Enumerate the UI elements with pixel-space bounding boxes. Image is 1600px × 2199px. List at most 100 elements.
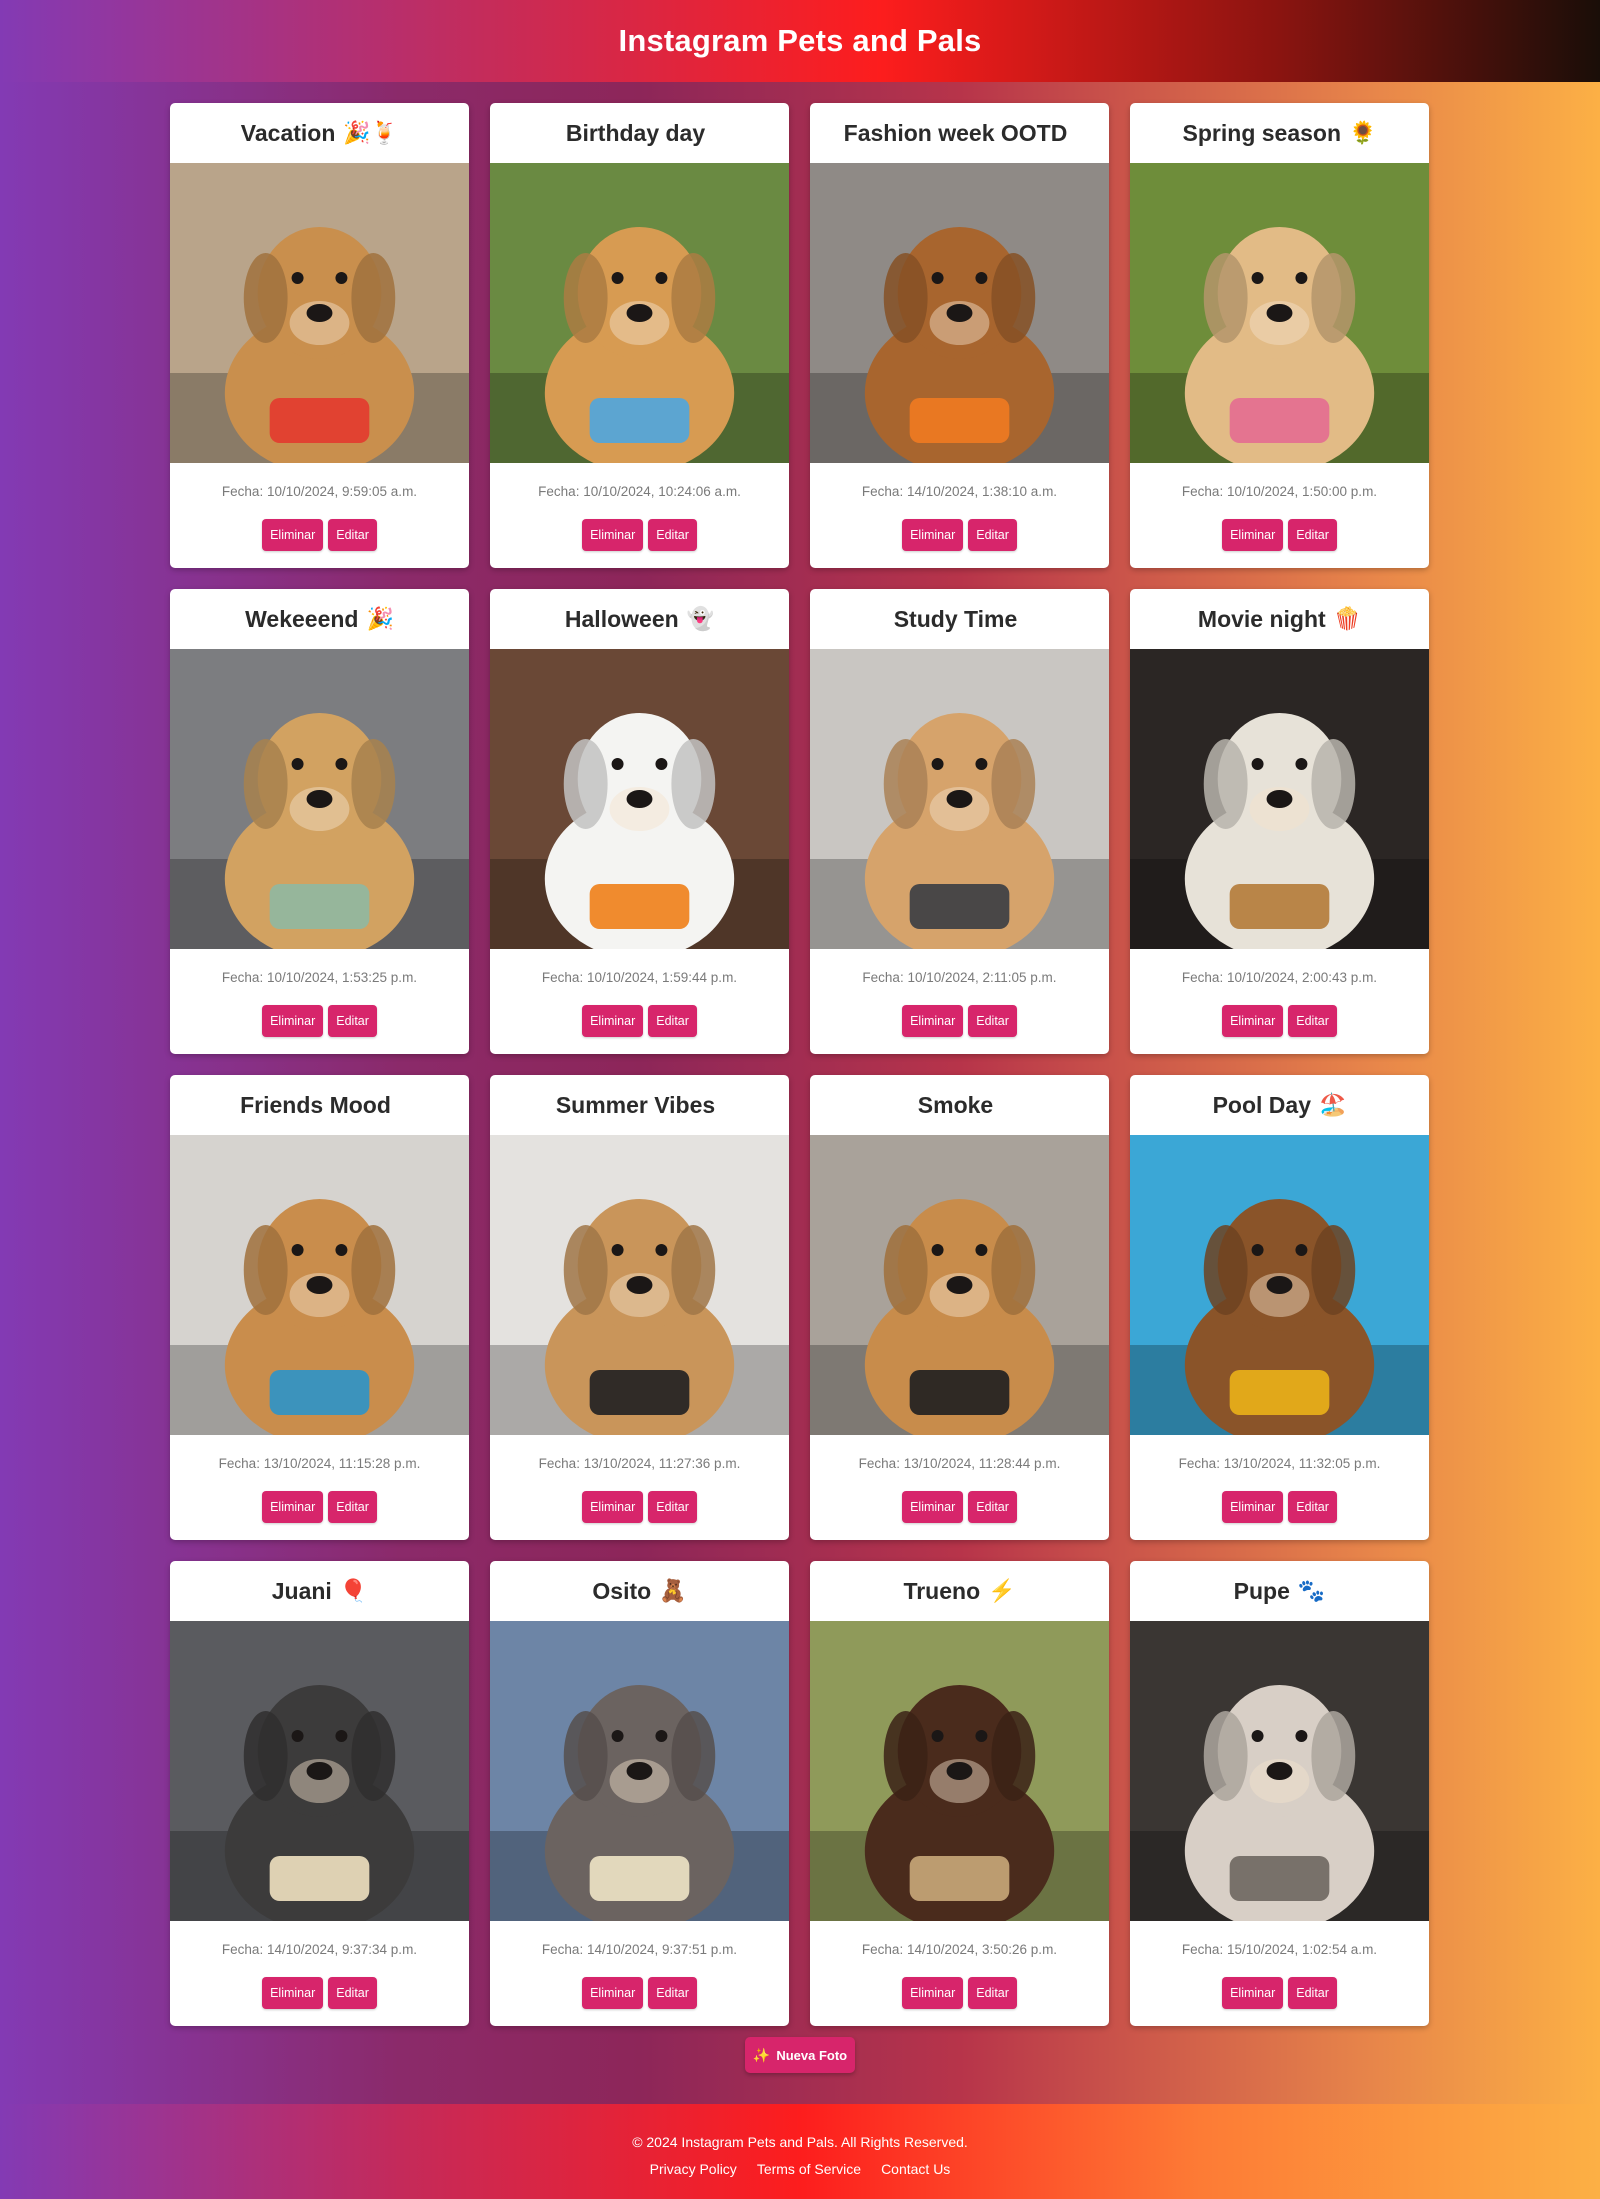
edit-button[interactable]: Editar: [328, 1977, 377, 2009]
post-actions: Eliminar Editar: [490, 1491, 789, 1523]
terms-of-service-link[interactable]: Terms of Service: [757, 2161, 861, 2177]
post-title-row: Pupe 🐾: [1130, 1561, 1429, 1621]
edit-button[interactable]: Editar: [648, 519, 697, 551]
post-actions: Eliminar Editar: [170, 519, 469, 551]
delete-button[interactable]: Eliminar: [582, 519, 644, 551]
edit-button[interactable]: Editar: [328, 519, 377, 551]
edit-button[interactable]: Editar: [968, 1005, 1017, 1037]
edit-button[interactable]: Editar: [648, 1977, 697, 2009]
dog-photo-image: [1130, 649, 1429, 949]
pet-photo[interactable]: [810, 1621, 1109, 1921]
pet-photo[interactable]: [170, 1135, 469, 1435]
delete-button[interactable]: Eliminar: [1222, 519, 1284, 551]
delete-button[interactable]: Eliminar: [262, 1005, 324, 1037]
edit-button[interactable]: Editar: [648, 1491, 697, 1523]
dog-photo-image: [170, 1621, 469, 1921]
delete-button[interactable]: Eliminar: [582, 1005, 644, 1037]
post-card: Birthday day Fecha: 10/10/2024, 10:24:06…: [490, 103, 789, 568]
post-actions: Eliminar Editar: [1130, 1977, 1429, 2009]
delete-button[interactable]: Eliminar: [582, 1977, 644, 2009]
post-emoji-icon: 🍿: [1333, 606, 1362, 631]
edit-button[interactable]: Editar: [1288, 519, 1337, 551]
footer-links: Privacy Policy Terms of Service Contact …: [0, 2161, 1600, 2177]
post-title-row: Smoke: [810, 1075, 1109, 1135]
edit-button[interactable]: Editar: [1288, 1977, 1337, 2009]
delete-button[interactable]: Eliminar: [1222, 1005, 1284, 1037]
post-actions: Eliminar Editar: [810, 1491, 1109, 1523]
pet-photo[interactable]: [1130, 1135, 1429, 1435]
post-actions: Eliminar Editar: [810, 1005, 1109, 1037]
post-date: Fecha: 10/10/2024, 2:11:05 p.m.: [862, 970, 1057, 985]
post-emoji-icon: 🌻: [1349, 120, 1377, 145]
post-title: Birthday day: [565, 119, 706, 146]
post-date: Fecha: 10/10/2024, 9:59:05 a.m.: [221, 484, 418, 499]
post-card: Smoke Fecha: 13/10/2024, 11:28:44 p.m. E…: [810, 1075, 1109, 1540]
pet-photo[interactable]: [810, 649, 1109, 949]
delete-button[interactable]: Eliminar: [262, 1977, 324, 2009]
post-actions: Eliminar Editar: [170, 1977, 469, 2009]
pet-photo[interactable]: [170, 163, 469, 463]
contact-us-link[interactable]: Contact Us: [881, 2161, 950, 2177]
post-date: Fecha: 10/10/2024, 2:00:43 p.m.: [1181, 970, 1378, 985]
post-title: Movie night: [1197, 605, 1326, 632]
pet-photo[interactable]: [1130, 1621, 1429, 1921]
post-actions: Eliminar Editar: [490, 1977, 789, 2009]
dog-photo-image: [490, 1621, 789, 1921]
edit-button[interactable]: Editar: [1288, 1005, 1337, 1037]
delete-button[interactable]: Eliminar: [902, 1491, 964, 1523]
privacy-policy-link[interactable]: Privacy Policy: [650, 2161, 737, 2177]
dog-photo-image: [810, 1135, 1109, 1435]
post-emoji-icon: 🏖️: [1319, 1092, 1347, 1117]
pet-photo[interactable]: [490, 1135, 789, 1435]
delete-button[interactable]: Eliminar: [262, 519, 324, 551]
delete-button[interactable]: Eliminar: [1222, 1491, 1284, 1523]
page-header: Instagram Pets and Pals: [0, 0, 1600, 82]
page-footer: © 2024 Instagram Pets and Pals. All Righ…: [0, 2104, 1600, 2199]
post-title-row: Fashion week OOTD: [810, 103, 1109, 163]
post-title-row: Movie night 🍿: [1130, 589, 1429, 649]
post-date: Fecha: 13/10/2024, 11:15:28 p.m.: [218, 1456, 421, 1471]
pet-photo[interactable]: [170, 649, 469, 949]
pet-photo[interactable]: [490, 1621, 789, 1921]
delete-button[interactable]: Eliminar: [902, 1005, 964, 1037]
delete-button[interactable]: Eliminar: [582, 1491, 644, 1523]
pet-photo[interactable]: [1130, 163, 1429, 463]
dog-photo-image: [810, 1621, 1109, 1921]
pet-photo[interactable]: [810, 1135, 1109, 1435]
dog-photo-image: [810, 649, 1109, 949]
delete-button[interactable]: Eliminar: [1222, 1977, 1284, 2009]
post-card: Movie night 🍿 Fecha: 10/10/2024, 2:00:43…: [1130, 589, 1429, 1054]
post-date: Fecha: 14/10/2024, 9:37:51 p.m.: [541, 1942, 738, 1957]
edit-button[interactable]: Editar: [328, 1491, 377, 1523]
post-card: Osito 🧸 Fecha: 14/10/2024, 9:37:51 p.m. …: [490, 1561, 789, 2026]
dog-photo-image: [1130, 163, 1429, 463]
delete-button[interactable]: Eliminar: [902, 1977, 964, 2009]
edit-button[interactable]: Editar: [968, 519, 1017, 551]
dog-photo-image: [1130, 1621, 1429, 1921]
delete-button[interactable]: Eliminar: [902, 519, 964, 551]
edit-button[interactable]: Editar: [968, 1491, 1017, 1523]
post-title: Friends Mood: [240, 1091, 391, 1118]
post-card: Trueno ⚡ Fecha: 14/10/2024, 3:50:26 p.m.…: [810, 1561, 1109, 2026]
new-photo-button[interactable]: ✨ Nueva Foto: [745, 2037, 855, 2073]
post-actions: Eliminar Editar: [490, 1005, 789, 1037]
post-title-row: Summer Vibes: [490, 1075, 789, 1135]
delete-button[interactable]: Eliminar: [262, 1491, 324, 1523]
edit-button[interactable]: Editar: [1288, 1491, 1337, 1523]
edit-button[interactable]: Editar: [328, 1005, 377, 1037]
post-card: Vacation 🎉🍹 Fecha: 10/10/2024, 9:59:05 a…: [170, 103, 469, 568]
post-card: Pupe 🐾 Fecha: 15/10/2024, 1:02:54 a.m. E…: [1130, 1561, 1429, 2026]
pet-photo[interactable]: [490, 649, 789, 949]
pet-photo[interactable]: [1130, 649, 1429, 949]
post-actions: Eliminar Editar: [170, 1491, 469, 1523]
post-title-row: Spring season 🌻: [1130, 103, 1429, 163]
edit-button[interactable]: Editar: [968, 1977, 1017, 2009]
post-title-row: Wekeeend 🎉: [170, 589, 469, 649]
dog-photo-image: [170, 163, 469, 463]
pet-photo[interactable]: [170, 1621, 469, 1921]
pet-photo[interactable]: [810, 163, 1109, 463]
post-actions: Eliminar Editar: [810, 1977, 1109, 2009]
post-actions: Eliminar Editar: [490, 519, 789, 551]
edit-button[interactable]: Editar: [648, 1005, 697, 1037]
pet-photo[interactable]: [490, 163, 789, 463]
